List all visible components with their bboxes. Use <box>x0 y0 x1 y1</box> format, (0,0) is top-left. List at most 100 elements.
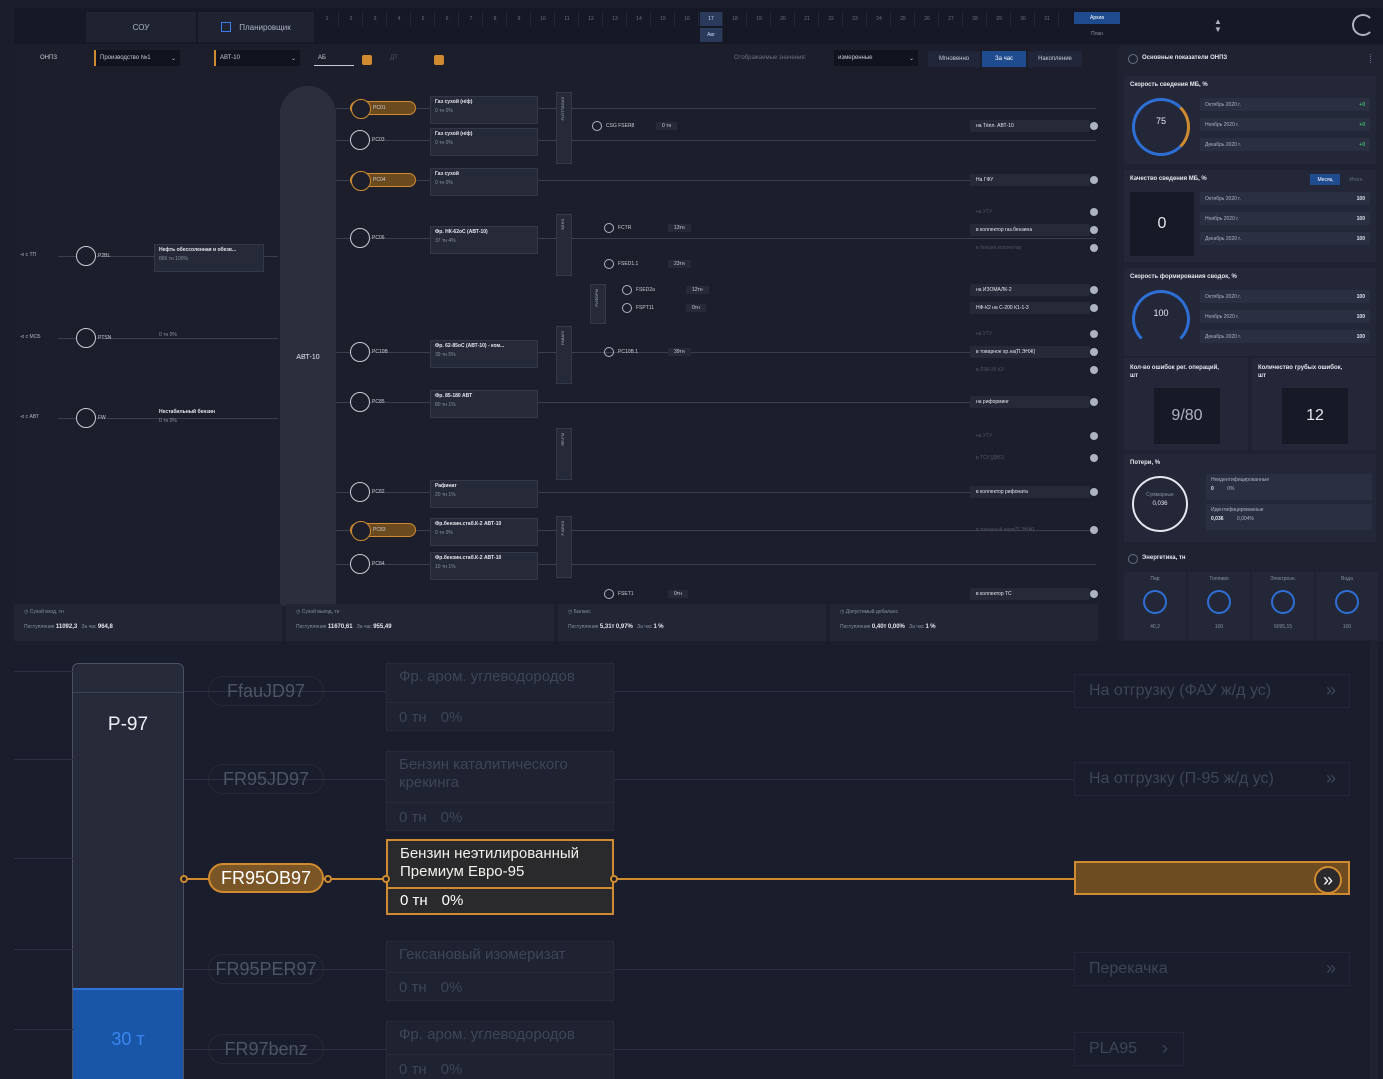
tab-dt[interactable]: ДТ <box>386 50 416 66</box>
destination-14[interactable]: в товарный парк(П.ЭНЖ) <box>970 524 1098 536</box>
destination-9[interactable]: в ЛЗК-35 КУ <box>970 364 1098 376</box>
archive-toggle[interactable]: Архив <box>1074 12 1120 24</box>
source-product-2[interactable]: Нестабильный бензин 0 тн 0% <box>154 406 264 434</box>
timeline-day[interactable]: 21 <box>796 12 819 26</box>
timeline-day[interactable]: 27 <box>940 12 963 26</box>
seg-instant[interactable]: Мгновенно <box>928 51 980 67</box>
mid-node-5[interactable]: PC10B.1 39тн <box>604 347 691 357</box>
destination-13[interactable]: в коллектор рифоната <box>970 486 1098 498</box>
timeline-day[interactable]: 17 <box>700 12 723 26</box>
timeline-day[interactable]: 8 <box>484 12 507 26</box>
seg-accumulation[interactable]: Накопление <box>1028 51 1082 67</box>
source-1[interactable]: ⊲ с МСБ <box>20 334 60 344</box>
timeline-day[interactable]: 1 <box>316 12 339 26</box>
timeline-day[interactable]: 16 <box>676 12 699 26</box>
mid-node-3[interactable]: FSED2a 12тн <box>622 285 709 295</box>
source-product-1[interactable]: 0 тн 0% <box>154 326 264 354</box>
flow-product-3[interactable]: Гексановый изомеризат 0 тн 0% <box>386 941 614 1001</box>
destination-12[interactable]: в ТСУ.(ДВО) <box>970 452 1098 464</box>
destination-5[interactable]: на ИЗОМАЛК-2 <box>970 284 1098 296</box>
output-node-0[interactable]: PC01 <box>350 99 416 119</box>
timeline-day[interactable]: 2 <box>340 12 363 26</box>
refresh-icon[interactable] <box>1352 14 1374 36</box>
output-product-1[interactable]: Газ сухой (н/ф) 0 тн 0% <box>430 128 538 156</box>
timeline-month[interactable]: Авг <box>700 28 723 42</box>
output-node-4[interactable]: PC10B <box>350 342 416 362</box>
source-0[interactable]: ⊲ с ТП <box>20 252 60 262</box>
destination-3[interactable]: в коллектор газ.бензина <box>970 224 1098 236</box>
tank-r97[interactable]: Р-97 30 т <box>72 663 184 1079</box>
output-node-2[interactable]: PC04 <box>350 171 416 191</box>
mid-node-2[interactable]: FSED1.1 23тн <box>604 259 691 269</box>
flow-destination-0[interactable]: На отгрузку (ФАУ ж/д ус) » <box>1074 674 1350 708</box>
chevron-right-icon[interactable]: » <box>1319 766 1343 790</box>
destination-2[interactable]: на УТУ <box>970 206 1098 218</box>
flow-node-3[interactable]: FR95PER97 <box>208 954 324 984</box>
destination-4[interactable]: в бензин.коллектор <box>970 242 1098 254</box>
mid-node-1[interactable]: FCTR 13тн <box>604 223 691 233</box>
timeline-day[interactable]: 31 <box>1036 12 1059 26</box>
chevron-right-icon[interactable]: » <box>1319 956 1343 980</box>
scrollbar[interactable] <box>1370 641 1378 1079</box>
timeline-day[interactable]: 24 <box>868 12 891 26</box>
plan-toggle[interactable]: План <box>1074 28 1120 40</box>
output-product-6[interactable]: Рафинат 20 тн 1% <box>430 480 538 508</box>
column-avt10[interactable] <box>280 86 336 606</box>
output-node-8[interactable]: PC84 <box>350 554 416 574</box>
kpi-quality-total-tab[interactable]: Итого <box>1342 174 1370 185</box>
timeline-day[interactable]: 11 <box>556 12 579 26</box>
destination-8[interactable]: в товарное хр.на(П.ЭНЖ) <box>970 346 1098 358</box>
mid-node-6[interactable]: FSET1 0тн <box>604 589 688 599</box>
chevron-right-icon[interactable]: › <box>1153 1036 1177 1060</box>
destination-11[interactable]: на УТУ <box>970 430 1098 442</box>
destination-7[interactable]: на УТУ <box>970 328 1098 340</box>
source-2[interactable]: ⊲ с АВТ <box>20 414 60 424</box>
flow-destination-3[interactable]: Перекачка » <box>1074 952 1350 986</box>
timeline-day[interactable]: 12 <box>580 12 603 26</box>
chevron-right-icon[interactable]: » <box>1319 678 1343 702</box>
kpi-menu-icon[interactable] <box>1370 54 1374 63</box>
output-node-7[interactable]: PC83 <box>350 521 416 541</box>
timeline-day[interactable]: 19 <box>748 12 771 26</box>
unit-select[interactable]: Производство №1 ⌄ <box>94 50 180 66</box>
output-product-4[interactable]: Фр. 62-85оС (АВТ-10) - ком... 39 тн 5% <box>430 340 538 368</box>
timeline-day[interactable]: 7 <box>460 12 483 26</box>
timeline-day[interactable]: 10 <box>532 12 555 26</box>
output-product-7[interactable]: Фр.бензин.стаб.К-2 АВТ-10 0 тн 0% <box>430 518 538 546</box>
timeline-day[interactable]: 29 <box>988 12 1011 26</box>
flow-product-4[interactable]: Фр. аром. углеводородов 0 тн 0% <box>386 1021 614 1079</box>
flow-node-0[interactable]: FfauJD97 <box>208 676 324 706</box>
mid-node-0[interactable]: CSG FSER8 0 тн <box>592 121 678 131</box>
timeline-day[interactable]: 6 <box>436 12 459 26</box>
source-node-2[interactable]: FW <box>76 408 126 428</box>
timeline-day[interactable]: 13 <box>604 12 627 26</box>
destination-15[interactable]: в коллектор ТС <box>970 588 1098 600</box>
tab-ab[interactable]: АБ <box>314 50 354 66</box>
source-node-0[interactable]: P2BL <box>76 246 126 266</box>
output-product-8[interactable]: Фр.бензин.стаб.К-2 АВТ-10 10 тн 1% <box>430 552 538 580</box>
tab-sou[interactable]: СОУ <box>86 12 196 42</box>
destination-6[interactable]: НФ-К2 на С-200 К1-1-3 <box>970 302 1098 314</box>
output-product-3[interactable]: Фр. НК-62оС (АВТ-10) 37 тн 4% <box>430 226 538 254</box>
timeline-day[interactable]: 18 <box>724 12 747 26</box>
timeline-day[interactable]: 9 <box>508 12 531 26</box>
flow-node-2[interactable]: FR95OB97 <box>208 863 324 893</box>
timeline-day[interactable]: 3 <box>364 12 387 26</box>
timeline-day[interactable]: 22 <box>820 12 843 26</box>
kpi-quality-month-tab[interactable]: Месяц <box>1310 174 1340 185</box>
timeline-day[interactable]: 30 <box>1012 12 1035 26</box>
output-node-3[interactable]: PC06 <box>350 228 416 248</box>
timeline-arrows-icon[interactable]: ▲ ▼ <box>1214 18 1222 36</box>
destination-0[interactable]: на Тёпл. АВТ-10 <box>970 120 1098 132</box>
timeline-day[interactable]: 26 <box>916 12 939 26</box>
mid-node-4[interactable]: FSPT11 0тн <box>622 303 706 313</box>
output-node-6[interactable]: PC82 <box>350 482 416 502</box>
output-product-2[interactable]: Газ сухой 0 тн 0% <box>430 168 538 196</box>
flow-product-2[interactable]: Бензин неэтилированный Премиум Евро-95 0 … <box>386 839 614 915</box>
flow-product-1[interactable]: Бензин каталитического крекинга 0 тн 0% <box>386 751 614 831</box>
source-product-0[interactable]: Нефть обессоленная и обезв... 865 тн 100% <box>154 244 264 272</box>
chevron-right-icon[interactable]: » <box>1314 866 1342 894</box>
timeline-day[interactable]: 20 <box>772 12 795 26</box>
destination-1[interactable]: На ГФУ <box>970 174 1098 186</box>
timeline-day[interactable]: 28 <box>964 12 987 26</box>
